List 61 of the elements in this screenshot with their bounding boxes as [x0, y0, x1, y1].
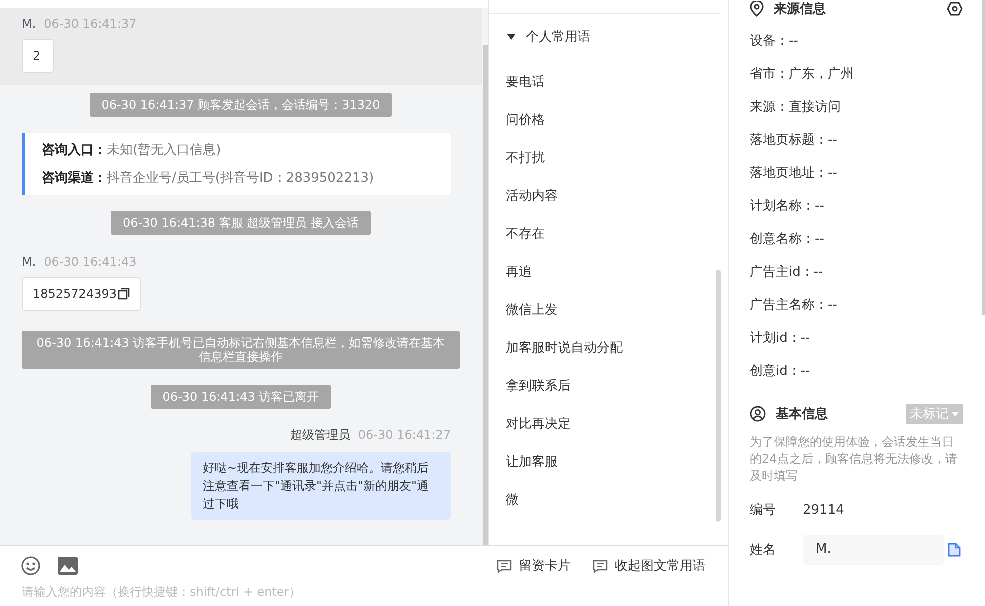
- location-icon: [750, 1, 764, 17]
- source-info-line: 落地页地址：--: [750, 164, 838, 182]
- field-value: 29114: [803, 502, 844, 518]
- message-time: 06-30 16:41:43: [44, 255, 137, 269]
- source-info-line: 广告主id：--: [750, 264, 824, 280]
- notice-text: 为了保障您的使用体验，会话发生当日的24点之后，顾客信息将无法修改，请及时填写: [750, 434, 958, 485]
- phrase-item[interactable]: 要电话: [489, 64, 728, 102]
- phrase-item[interactable]: 对比再决定: [489, 406, 728, 444]
- sender-name: 超级管理员: [290, 427, 350, 444]
- message-icon: [593, 560, 608, 572]
- source-info-line: 计划id：--: [750, 330, 810, 346]
- system-notice: 06-30 16:41:43 访客已离开: [150, 385, 332, 409]
- phrase-item[interactable]: 加客服时说自动分配: [489, 330, 728, 368]
- phrase-item[interactable]: 不存在: [489, 216, 728, 254]
- message-bubble: 好哒~现在安排客服加您介绍哈。请您稍后注意查看一下"通讯录"并点击"新的朋友"通过下哦: [191, 452, 451, 520]
- composer-button[interactable]: 收起图文常用语: [593, 557, 706, 575]
- phrase-item[interactable]: 再追: [489, 254, 728, 292]
- scrollbar-thumb[interactable]: [716, 270, 721, 522]
- message-time: 06-30 16:41:27: [358, 428, 451, 442]
- copy-icon[interactable]: [118, 288, 130, 300]
- message-bubble: 18525724393: [22, 277, 141, 311]
- section-title: 基本信息: [776, 406, 828, 423]
- sender-name: M.: [22, 255, 36, 269]
- caret-icon: [507, 34, 516, 40]
- info-label: 咨询入口：: [42, 143, 107, 158]
- info-label: 咨询渠道：: [42, 171, 107, 186]
- phrase-item[interactable]: 微: [489, 482, 728, 520]
- settings-icon[interactable]: [947, 2, 963, 16]
- phrase-item[interactable]: 问价格: [489, 102, 728, 140]
- emoji-icon[interactable]: [21, 556, 41, 576]
- source-info-line: 落地页标题：--: [750, 132, 838, 148]
- system-notice: 06-30 16:41:37 顾客发起会话，会话编号：31320: [90, 93, 392, 117]
- message-bubble: 2: [22, 39, 54, 73]
- message-time: 06-30 16:41:37: [44, 17, 137, 31]
- message-icon: [497, 560, 512, 572]
- image-icon[interactable]: [58, 557, 78, 575]
- field-label: 编号: [750, 502, 777, 519]
- info-value: 抖音企业号/员工号(抖音号ID：2839502213): [107, 171, 374, 186]
- source-info-line: 广告主名称：--: [750, 296, 838, 314]
- name-field[interactable]: M.: [803, 535, 944, 565]
- section-title: 来源信息: [774, 1, 826, 18]
- phrase-item[interactable]: 拿到联系后: [489, 368, 728, 406]
- sender-name: M.: [22, 17, 36, 31]
- system-notice: 06-30 16:41:38 客服 超级管理员 接入会话: [110, 211, 372, 235]
- phrase-item[interactable]: 不打扰: [489, 140, 728, 178]
- caret-icon: [952, 412, 959, 416]
- source-info-line: 省市：广东，广州: [750, 66, 854, 82]
- info-value: 未知(暂无入口信息): [107, 143, 222, 158]
- composer-button[interactable]: 留资卡片: [497, 557, 571, 575]
- scrollbar-thumb[interactable]: [483, 45, 488, 545]
- source-info-line: 创意名称：--: [750, 230, 824, 248]
- system-notice: 06-30 16:41:43 访客手机号已自动标记右侧基本信息栏，如需修改请在基本信息栏直接操作: [22, 331, 460, 369]
- field-label: 姓名: [750, 542, 777, 559]
- source-info-line: 创意id：--: [750, 362, 810, 380]
- phrase-item[interactable]: 让加客服: [489, 444, 728, 482]
- phrase-item[interactable]: 活动内容: [489, 178, 728, 216]
- source-info-line: 设备：--: [750, 32, 798, 50]
- user-icon: [750, 406, 766, 422]
- source-info-line: 来源：直接访问: [750, 98, 841, 116]
- phrase-item[interactable]: 微信上发: [489, 292, 728, 330]
- source-info-line: 计划名称：--: [750, 198, 824, 214]
